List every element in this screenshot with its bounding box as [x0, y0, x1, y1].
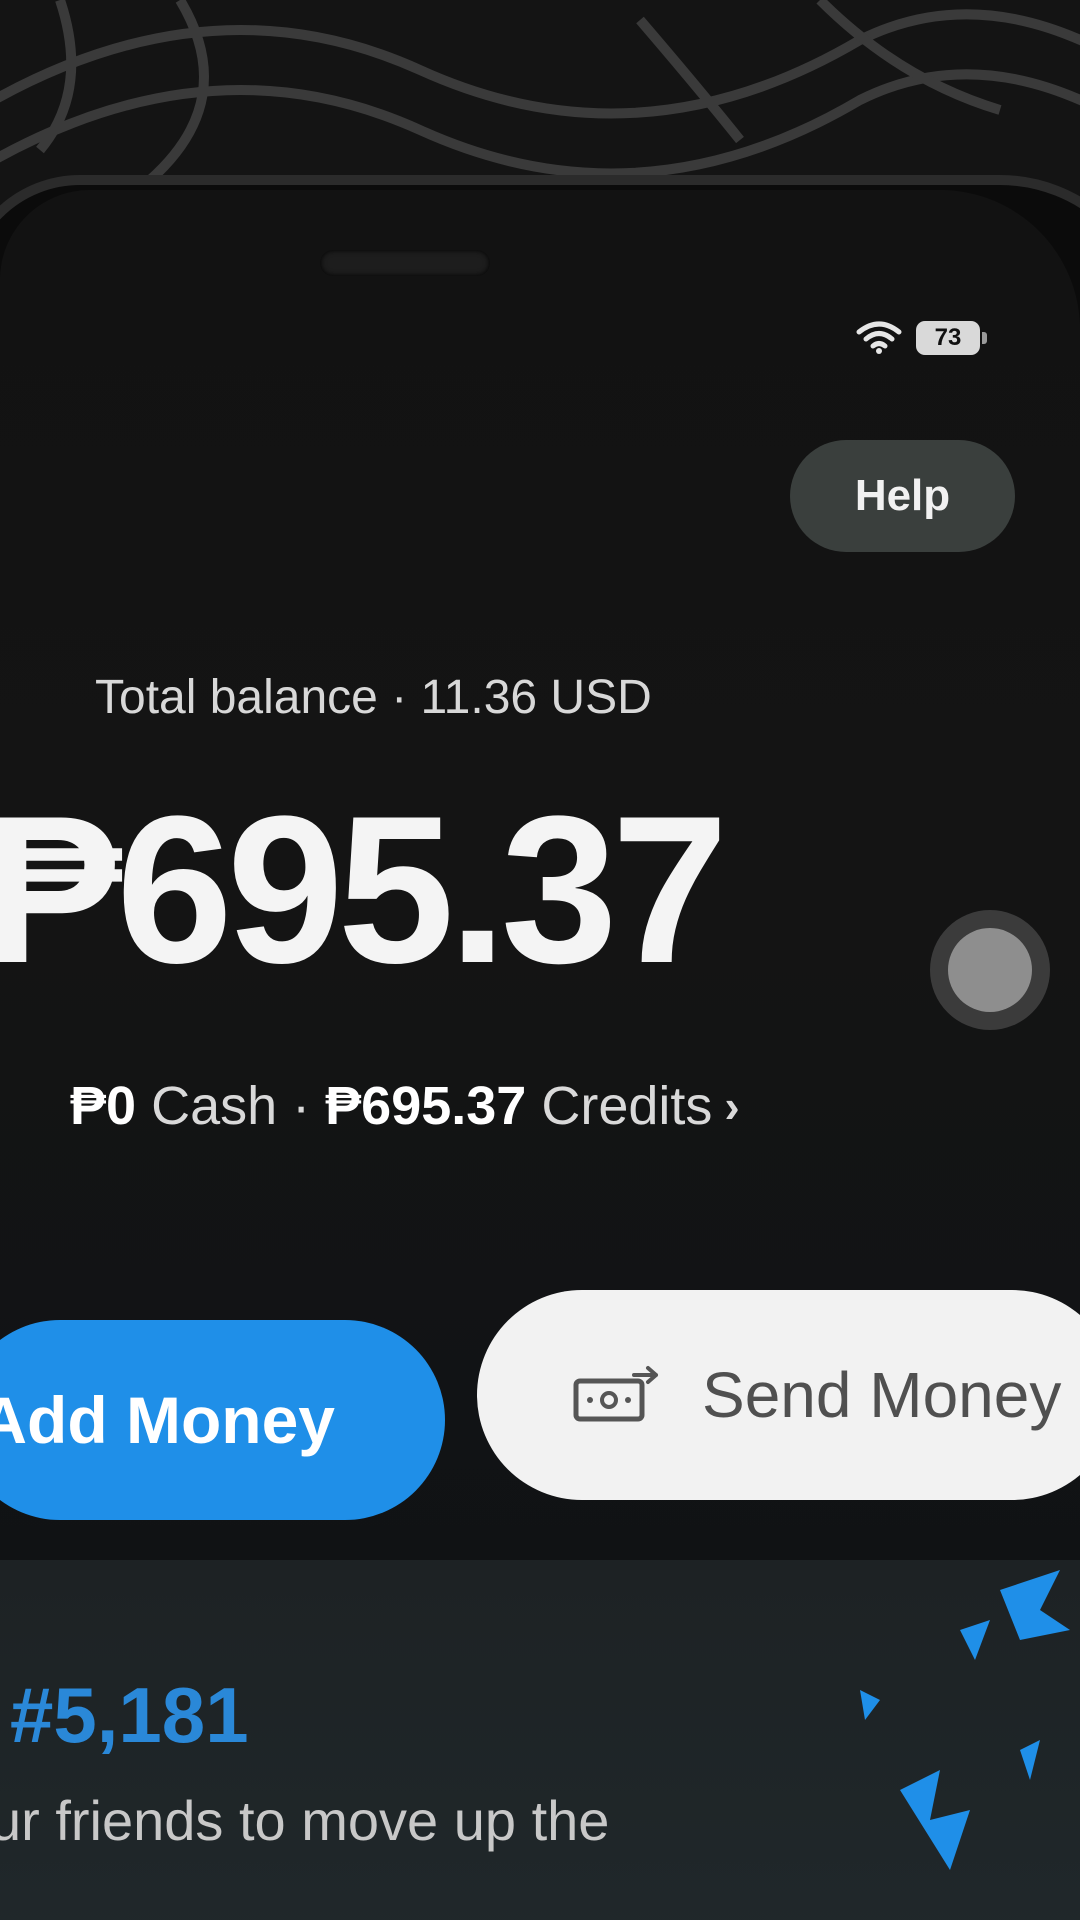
- chevron-right-icon: ›: [724, 1080, 740, 1132]
- rank-number: #5,181: [10, 1671, 249, 1759]
- send-money-label: Send Money: [702, 1359, 1062, 1431]
- balance-breakdown-link[interactable]: ₱0 Cash · ₱695.37 Credits ›: [70, 1075, 740, 1137]
- credits-amount: ₱695.37: [325, 1076, 527, 1136]
- assistive-touch-dot: [948, 928, 1032, 1012]
- earpiece-speaker: [320, 250, 490, 276]
- send-money-button[interactable]: Send Money: [477, 1290, 1080, 1500]
- cash-label: Cash: [151, 1076, 278, 1136]
- cash-amount: ₱0: [70, 1076, 137, 1136]
- assistive-touch-button[interactable]: [930, 910, 1050, 1030]
- breakdown-separator: ·: [292, 1076, 311, 1136]
- wifi-icon: [856, 321, 902, 354]
- send-money-icon: [573, 1366, 658, 1422]
- photo-frame: 73 Help Total balance · 11.36 USD ₱695.3…: [0, 0, 1080, 1920]
- total-balance-label: Total balance · 11.36 USD: [95, 671, 652, 724]
- rank-description: ur friends to move up the: [0, 1789, 610, 1852]
- credits-label: Credits: [541, 1076, 713, 1136]
- battery-icon: 73: [916, 321, 987, 355]
- help-button[interactable]: Help: [790, 440, 1015, 552]
- app-screen: 73 Help Total balance · 11.36 USD ₱695.3…: [0, 190, 1080, 1920]
- add-money-button[interactable]: Add Money: [0, 1320, 445, 1520]
- status-bar: 73: [856, 320, 987, 356]
- total-balance-amount: ₱695.37: [0, 772, 728, 1007]
- referral-illustration: [860, 1570, 1070, 1870]
